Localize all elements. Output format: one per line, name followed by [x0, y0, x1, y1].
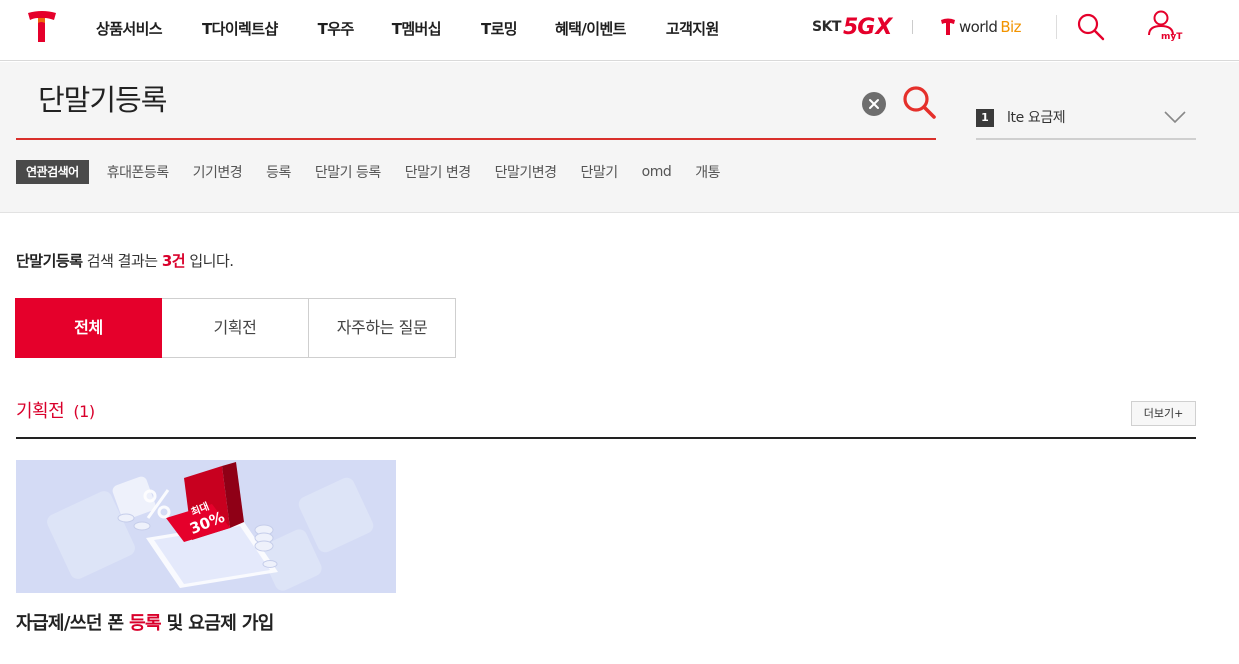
worldbiz-t-icon [941, 18, 955, 35]
related-keyword-link[interactable]: omd [642, 164, 672, 180]
worldbiz-logo[interactable]: world Biz [940, 14, 1021, 40]
chevron-down-icon [1164, 111, 1186, 124]
related-keywords-title: 연관검색어 [16, 160, 89, 184]
search-submit-button[interactable] [902, 85, 938, 121]
section-count: (1) [73, 402, 95, 421]
result-count: 3건 [161, 252, 186, 270]
t-logo[interactable] [26, 9, 58, 45]
x-mark-label: X [875, 14, 892, 40]
promotion-illustration: 최대 30% [16, 460, 396, 593]
five-g-label: 5G [842, 14, 875, 40]
result-suffix-text: 입니다. [185, 252, 234, 270]
header-divider [1056, 15, 1057, 39]
skt-5gx-logo[interactable]: SKT 5G X [812, 14, 892, 40]
tab-faq[interactable]: 자주하는 질문 [309, 298, 456, 358]
related-keyword-link[interactable]: 단말기변경 [495, 162, 557, 182]
related-keyword-link[interactable]: 기기변경 [193, 162, 243, 182]
search-icon [1077, 13, 1105, 41]
skt-label: SKT [812, 19, 841, 35]
menu-item-benefits-events[interactable]: 혜택/이벤트 [555, 18, 626, 39]
related-keyword-link[interactable]: 단말기 [581, 162, 619, 182]
promotion-title-before: 자급제/쓰던 폰 [16, 613, 130, 634]
myt-label: myT [1161, 32, 1183, 42]
result-keyword: 단말기등록 [16, 252, 83, 270]
menu-item-tdirect-shop[interactable]: T다이렉트샵 [202, 18, 278, 39]
related-keyword-link[interactable]: 개통 [695, 162, 720, 182]
related-keyword-link[interactable]: 등록 [266, 162, 291, 182]
search-box [16, 62, 936, 140]
result-tabs: 전체 기획전 자주하는 질문 [15, 298, 456, 358]
rank-number-badge: 1 [976, 109, 994, 127]
worldbiz-biz-label: Biz [1000, 18, 1021, 36]
more-button[interactable]: 더보기+ [1131, 401, 1196, 426]
menu-item-t-roaming[interactable]: T로밍 [481, 18, 518, 39]
related-keyword-link[interactable]: 휴대폰등록 [107, 162, 169, 182]
popular-keyword-dropdown[interactable]: 1 lte 요금제 [976, 96, 1196, 140]
menu-item-customer-support[interactable]: 고객지원 [666, 18, 719, 39]
header-divider [912, 20, 913, 34]
menu-item-products[interactable]: 상품서비스 [96, 18, 163, 39]
related-keyword-link[interactable]: 단말기 변경 [405, 162, 471, 182]
promotion-thumbnail: 최대 30% [16, 460, 396, 593]
promotion-title: 자급제/쓰던 폰 등록 및 요금제 가입 [16, 609, 396, 635]
global-header: 상품서비스 T다이렉트샵 T우주 T멤버십 T로밍 혜택/이벤트 고객지원 SK… [0, 0, 1239, 61]
search-input[interactable] [38, 76, 818, 120]
search-area: 1 lte 요금제 연관검색어 휴대폰등록 기기변경 등록 단말기 등록 단말기… [0, 62, 1239, 213]
related-keywords: 연관검색어 휴대폰등록 기기변경 등록 단말기 등록 단말기 변경 단말기변경 … [16, 160, 744, 184]
clear-icon [869, 99, 879, 109]
header-search-button[interactable] [1076, 12, 1106, 42]
promotions-section-header: 기획전 (1) 더보기+ [16, 393, 1196, 439]
rank-keyword: lte 요금제 [1007, 110, 1066, 126]
related-keyword-link[interactable]: 단말기 등록 [315, 162, 381, 182]
tab-all[interactable]: 전체 [15, 298, 162, 358]
result-summary: 단말기등록 검색 결과는 3건 입니다. [16, 250, 234, 271]
tab-promotions[interactable]: 기획전 [162, 298, 309, 358]
clear-search-button[interactable] [862, 92, 886, 116]
section-title: 기획전 (1) [16, 397, 95, 423]
promotion-card[interactable]: 최대 30% 자급제/쓰던 폰 등록 및 요금제 가입 [16, 460, 396, 635]
myt-button[interactable]: myT [1145, 10, 1185, 46]
menu-item-t-membership[interactable]: T멤버십 [392, 18, 442, 39]
result-middle-text: 검색 결과는 [82, 252, 162, 270]
worldbiz-world-label: world [959, 18, 998, 36]
menu-item-t-universe[interactable]: T우주 [318, 18, 355, 39]
search-icon [903, 86, 936, 119]
promotion-title-after: 및 요금제 가입 [161, 613, 275, 634]
main-menu: 상품서비스 T다이렉트샵 T우주 T멤버십 T로밍 혜택/이벤트 고객지원 [96, 0, 756, 56]
promotion-title-highlight: 등록 [129, 613, 162, 634]
section-title-text: 기획전 [16, 401, 65, 422]
